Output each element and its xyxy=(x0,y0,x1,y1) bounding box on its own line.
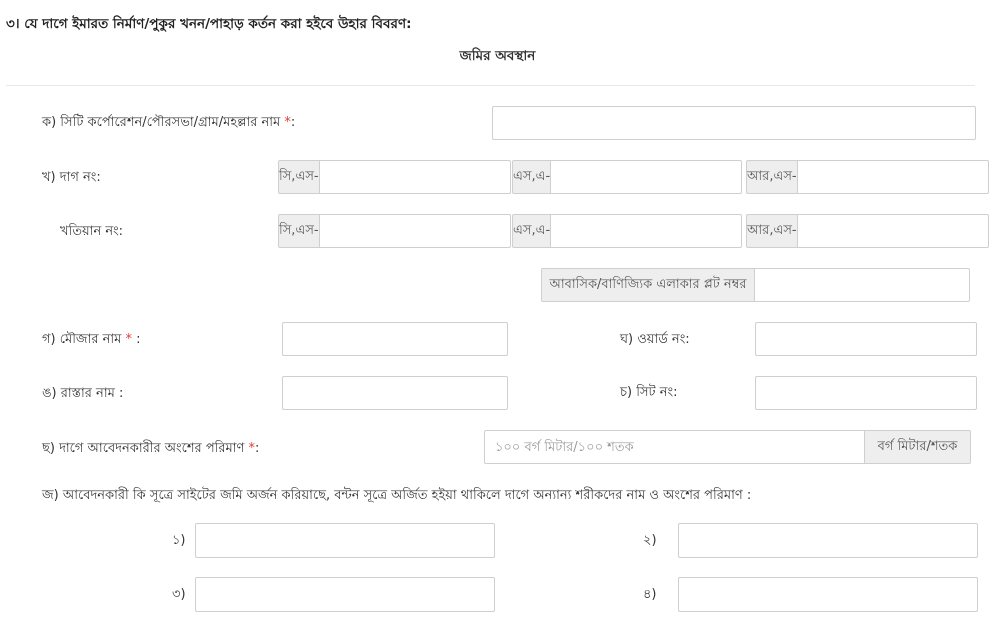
dag-rs-prefix: আর,এস- xyxy=(746,160,798,194)
city-label-row: ক) সিটি কর্পোরেশন/পৌরসভা/গ্রাম/মহল্লার ন… xyxy=(42,113,295,134)
mouza-colon: : xyxy=(136,332,141,347)
dag-cs-prefix: সি,এস- xyxy=(278,160,320,194)
divider xyxy=(6,85,975,86)
share-amount-input[interactable] xyxy=(484,430,864,464)
acquire-label: জ) আবেদনকারী কি সূত্রে সাইটের জমি অর্জন … xyxy=(42,488,752,503)
sheet-label: চ) সিট নং: xyxy=(620,385,678,400)
dag-cs-group: সি,এস- xyxy=(278,160,511,194)
sheet-no-input[interactable] xyxy=(755,376,977,410)
sharer-3-input[interactable] xyxy=(195,577,495,612)
sharer-4-input[interactable] xyxy=(678,577,978,612)
khatian-sa-input[interactable] xyxy=(551,214,743,248)
plot-number-label: আবাসিক/বাণিজ্যিক এলাকার প্লট নম্বর xyxy=(541,268,755,302)
plot-number-group: আবাসিক/বাণিজ্যিক এলাকার প্লট নম্বর xyxy=(541,268,970,302)
khatian-cs-input[interactable] xyxy=(319,214,511,248)
required-mark: * xyxy=(125,332,133,347)
khatian-cs-group: সি,এস- xyxy=(278,214,511,248)
ward-label: ঘ) ওয়ার্ড নং: xyxy=(620,332,690,347)
road-label: ঙ) রাস্তার নাম : xyxy=(42,386,124,401)
dag-rs-group: আর,এস- xyxy=(746,160,989,194)
share-label: ছ) দাগে আবেদনকারীর অংশের পরিমাণ xyxy=(42,441,245,456)
khatian-rs-prefix: আর,এস- xyxy=(746,214,798,248)
sharer-2-number: ২) xyxy=(643,533,657,548)
sharer-1-number: ১) xyxy=(172,533,186,548)
road-name-input[interactable] xyxy=(282,376,508,410)
khatian-sa-group: এস,এ- xyxy=(512,214,743,248)
city-label: ক) সিটি কর্পোরেশন/পৌরসভা/গ্রাম/মহল্লার ন… xyxy=(42,115,281,130)
dag-sa-prefix: এস,এ- xyxy=(512,160,552,194)
sharer-4-number: ৪) xyxy=(643,587,657,602)
mouza-label-row: গ) মৌজার নাম * : xyxy=(42,330,141,351)
dag-rs-input[interactable] xyxy=(797,160,989,194)
city-name-input[interactable] xyxy=(492,106,976,140)
share-colon: : xyxy=(255,441,260,456)
land-location-subtitle: জমির অবস্থান xyxy=(459,48,536,64)
sharer-3-number: ৩) xyxy=(172,587,186,602)
khatian-cs-prefix: সি,এস- xyxy=(278,214,320,248)
khatian-rs-group: আর,এস- xyxy=(746,214,989,248)
share-amount-group: বর্গ মিটার/শতক xyxy=(484,430,971,464)
sharer-1-input[interactable] xyxy=(195,523,495,558)
share-unit-addon: বর্গ মিটার/শতক xyxy=(864,430,971,464)
plot-number-input[interactable] xyxy=(755,268,970,302)
dag-cs-input[interactable] xyxy=(319,160,511,194)
dag-label: খ) দাগ নং: xyxy=(42,170,101,185)
mouza-name-input[interactable] xyxy=(282,322,508,356)
section-title: ৩। যে দাগে ইমারত নির্মাণ/পুকুর খনন/পাহাড… xyxy=(6,16,412,32)
dag-sa-group: এস,এ- xyxy=(512,160,743,194)
sharer-2-input[interactable] xyxy=(678,523,978,558)
khatian-label: খতিয়ান নং: xyxy=(60,224,124,239)
khatian-sa-prefix: এস,এ- xyxy=(512,214,552,248)
mouza-label: গ) মৌজার নাম xyxy=(42,332,122,347)
khatian-rs-input[interactable] xyxy=(797,214,989,248)
ward-no-input[interactable] xyxy=(755,322,977,356)
dag-sa-input[interactable] xyxy=(551,160,743,194)
city-colon: : xyxy=(290,115,296,130)
share-label-row: ছ) দাগে আবেদনকারীর অংশের পরিমাণ *: xyxy=(42,439,259,460)
